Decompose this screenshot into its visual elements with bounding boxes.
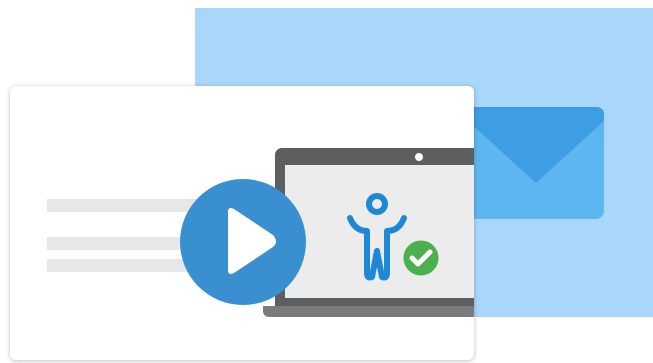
checkmark-icon [400,237,442,279]
envelope-icon [468,107,604,219]
video-card [10,86,474,360]
placeholder-text-line [47,199,197,212]
laptop-camera-icon [415,153,423,161]
placeholder-text-line [47,237,192,250]
laptop-base [263,306,474,317]
placeholder-text-line [47,259,192,272]
laptop-display [285,165,474,298]
play-button[interactable] [178,177,308,307]
illustration-stage [0,0,653,363]
